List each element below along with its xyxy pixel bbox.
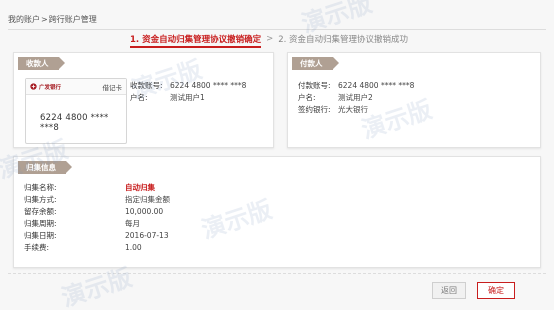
payer-fields: 付款账号: 6224 4800 **** ***8 户名: 测试用户2 签约银行… xyxy=(298,79,414,115)
payee-name-row: 户名: 测试用户1 xyxy=(130,91,246,103)
breadcrumb-separator: > xyxy=(41,14,48,24)
field-label: 付款账号: xyxy=(298,80,331,90)
payee-fields: 收款账号: 6224 4800 **** ***8 户名: 测试用户1 xyxy=(130,79,246,103)
field-value: 每月 xyxy=(125,218,140,228)
collection-method-row: 归集方式: 指定归集金额 xyxy=(24,193,170,205)
collection-tag: 归集信息 xyxy=(18,161,72,174)
field-value: 自动归集 xyxy=(125,182,155,192)
collection-info-panel: 归集信息 归集名称: 自动归集 归集方式: 指定归集金额 留存余额: 10,00… xyxy=(13,156,541,268)
payer-tag: 付款人 xyxy=(292,57,338,70)
step-2: 2. 资金自动归集管理协议撤销成功 xyxy=(278,35,409,45)
bank-card-header: 广发银行 借记卡 xyxy=(26,79,126,95)
payer-account-row: 付款账号: 6224 4800 **** ***8 xyxy=(298,79,414,91)
field-value: 光大银行 xyxy=(338,104,368,114)
bank-name: 广发银行 xyxy=(39,84,62,91)
field-value: 6224 4800 **** ***8 xyxy=(338,80,415,90)
field-value: 10,000.00 xyxy=(125,206,164,216)
collection-cycle-row: 归集周期: 每月 xyxy=(24,217,170,229)
field-value: 1.00 xyxy=(125,242,142,252)
field-label: 归集周期: xyxy=(24,218,57,228)
payer-panel: 付款人 付款账号: 6224 4800 **** ***8 户名: 测试用户2 … xyxy=(287,52,541,148)
payer-name-row: 户名: 测试用户2 xyxy=(298,91,414,103)
field-label: 留存余额: xyxy=(24,206,57,216)
field-value: 6224 4800 **** ***8 xyxy=(170,80,247,90)
bank-card: 广发银行 借记卡 6224 4800 **** ***8 xyxy=(25,78,127,144)
field-label: 归集方式: xyxy=(24,194,57,204)
collection-name-row: 归集名称: 自动归集 xyxy=(24,181,170,193)
card-number: 6224 4800 **** ***8 xyxy=(40,113,109,133)
field-value: 测试用户1 xyxy=(170,92,205,102)
field-label: 收款账号: xyxy=(130,80,163,90)
breadcrumb-home-link[interactable]: 我的账户 xyxy=(8,14,40,25)
step-indicator: 1. 资金自动归集管理协议撤销确定 > 2. 资金自动归集管理协议撤销成功 xyxy=(130,31,554,48)
field-label: 归集日期: xyxy=(24,230,57,240)
payee-account-row: 收款账号: 6224 4800 **** ***8 xyxy=(130,79,246,91)
field-label: 手续费: xyxy=(24,242,50,252)
field-label: 户名: xyxy=(130,92,148,102)
payee-panel: 收款人 广发银行 借记卡 6224 4800 **** ***8 收款账号: 6… xyxy=(13,52,274,148)
card-type: 借记卡 xyxy=(102,83,123,92)
field-label: 户名: xyxy=(298,92,316,102)
payee-tag: 收款人 xyxy=(18,57,64,70)
confirm-button[interactable]: 确定 xyxy=(477,282,515,299)
retained-balance-row: 留存余额: 10,000.00 xyxy=(24,205,170,217)
field-value: 2016-07-13 xyxy=(125,230,169,240)
collection-date-row: 归集日期: 2016-07-13 xyxy=(24,229,170,241)
breadcrumb-current: 跨行账户管理 xyxy=(48,14,97,24)
field-label: 签约银行: xyxy=(298,104,331,114)
field-label: 归集名称: xyxy=(24,182,57,192)
step-arrow-icon: > xyxy=(266,34,274,44)
field-value: 指定归集金额 xyxy=(125,194,170,204)
field-value: 测试用户2 xyxy=(338,92,373,102)
bank-logo: 广发银行 xyxy=(30,83,61,91)
bank-logo-icon xyxy=(30,83,37,90)
breadcrumb: 我的账户 > 跨行账户管理 xyxy=(8,7,97,31)
fee-row: 手续费: 1.00 xyxy=(24,241,170,253)
footer-divider xyxy=(8,273,546,274)
header-divider xyxy=(8,29,546,30)
payer-bank-row: 签约银行: 光大银行 xyxy=(298,103,414,115)
back-button[interactable]: 返回 xyxy=(432,282,466,299)
collection-fields: 归集名称: 自动归集 归集方式: 指定归集金额 留存余额: 10,000.00 … xyxy=(24,181,170,253)
step-1-active: 1. 资金自动归集管理协议撤销确定 xyxy=(130,35,262,48)
